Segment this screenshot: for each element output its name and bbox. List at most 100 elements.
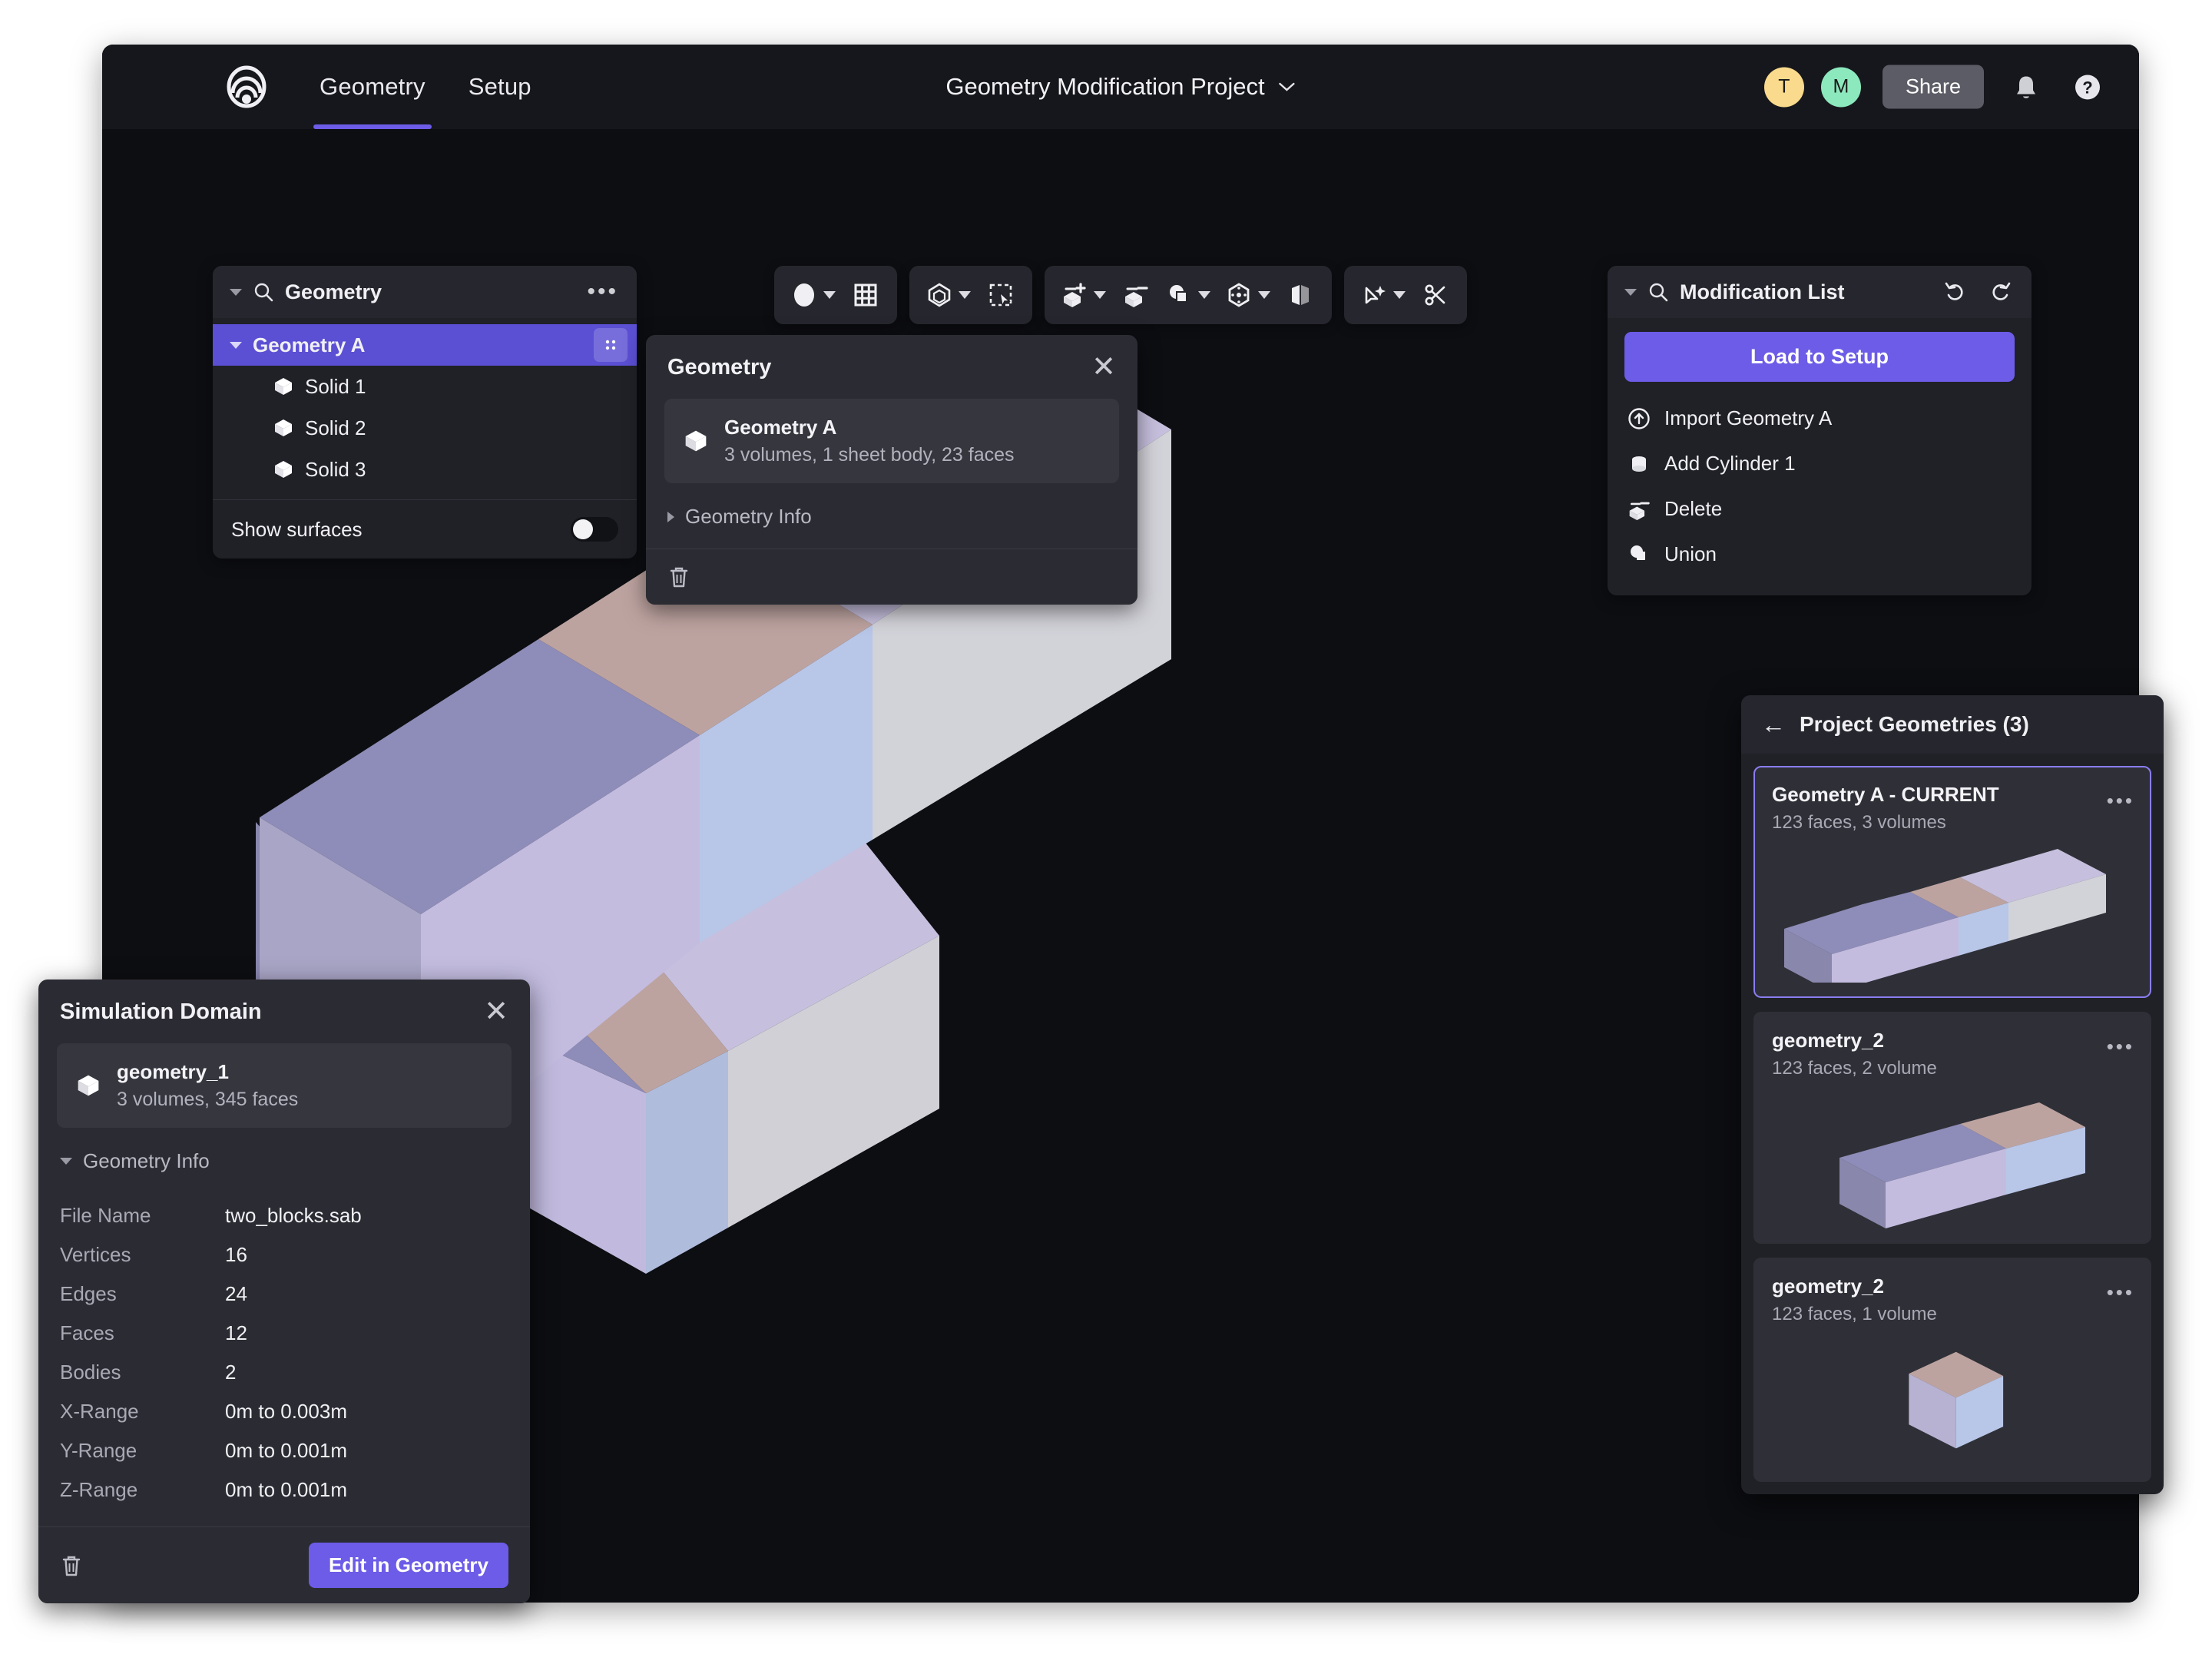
modification-list-body: Load to Setup Import Geometry A Add Cyli…: [1608, 318, 2032, 595]
project-geometry-card[interactable]: ••• Geometry A - CURRENT 123 faces, 3 vo…: [1753, 766, 2151, 998]
search-icon[interactable]: [253, 281, 274, 303]
geometry-toolbar: [774, 266, 1467, 324]
geometry-tree-title: Geometry: [285, 280, 382, 303]
arrow-left-icon[interactable]: ←: [1761, 712, 1786, 737]
chevron-down-icon[interactable]: [959, 291, 971, 299]
chevron-down-icon[interactable]: [1198, 291, 1210, 299]
card-title: geometry_2: [1772, 1275, 1884, 1298]
info-key: Vertices: [60, 1243, 131, 1266]
project-title-dropdown[interactable]: Geometry Modification Project: [945, 73, 1295, 101]
cube-icon: [75, 1072, 101, 1099]
simulation-geometry-info-toggle[interactable]: Geometry Info: [38, 1128, 530, 1193]
caret-down-icon: [60, 1158, 72, 1165]
magic-select-button[interactable]: [1355, 272, 1412, 318]
simulation-domain-card[interactable]: geometry_1 3 volumes, 345 faces: [57, 1043, 512, 1128]
toolbar-group-display: [774, 266, 897, 324]
share-button[interactable]: Share: [1882, 65, 1984, 109]
topbar-actions: T M Share ?: [1763, 65, 2107, 109]
chevron-down-icon[interactable]: [1094, 291, 1106, 299]
close-icon[interactable]: ✕: [484, 997, 508, 1026]
info-key: Edges: [60, 1282, 117, 1305]
ellipsis-icon[interactable]: •••: [2107, 791, 2134, 810]
tree-item-solid-1[interactable]: Solid 1: [213, 366, 637, 407]
card-subtitle: 123 faces, 3 volumes: [1772, 812, 1946, 833]
show-surfaces-toggle[interactable]: [571, 517, 618, 542]
bell-icon[interactable]: [2007, 68, 2045, 106]
card-title: geometry_2: [1772, 1029, 1884, 1052]
drag-grip-icon[interactable]: [594, 328, 628, 362]
geometry-popup-header: Geometry ✕: [646, 335, 1137, 394]
info-value: 24: [225, 1282, 247, 1305]
trash-icon[interactable]: [667, 565, 690, 589]
info-key: Y-Range: [60, 1439, 137, 1462]
chevron-down-icon[interactable]: [823, 291, 836, 299]
project-geometry-card[interactable]: ••• geometry_2 123 faces, 2 volume: [1753, 1012, 2151, 1244]
modification-item-import[interactable]: Import Geometry A: [1624, 396, 2015, 441]
display-mode-button[interactable]: [785, 272, 842, 318]
tab-geometry[interactable]: Geometry: [298, 45, 447, 129]
solid-body-select-button[interactable]: [920, 272, 977, 318]
boolean-intersect-button[interactable]: [1160, 272, 1217, 318]
tree-item-solid-2[interactable]: Solid 2: [213, 407, 637, 449]
page-title: Geometry Modification Project: [945, 73, 1265, 100]
tree-item-solid-3[interactable]: Solid 3: [213, 449, 637, 490]
add-body-button[interactable]: [1055, 272, 1112, 318]
geometry-popup: Geometry ✕ Geometry A 3 volumes, 1 sheet…: [646, 335, 1137, 605]
info-row: Faces 12: [60, 1314, 508, 1353]
caret-down-icon[interactable]: [230, 341, 242, 349]
chevron-down-icon[interactable]: [1393, 291, 1406, 299]
geometry-tree-panel: Geometry ••• Geometry A Solid 1 Solid 2 …: [213, 266, 637, 559]
grid-icon: [854, 283, 877, 307]
simulation-domain-panel: Simulation Domain ✕ geometry_1 3 volumes…: [38, 980, 530, 1603]
ellipsis-icon[interactable]: •••: [2107, 1036, 2134, 1056]
geometry-popup-card[interactable]: Geometry A 3 volumes, 1 sheet body, 23 f…: [664, 399, 1119, 483]
ellipsis-icon[interactable]: •••: [2107, 1282, 2134, 1302]
geometry-thumbnail: [1772, 1090, 2133, 1228]
trash-icon[interactable]: [60, 1553, 83, 1578]
undo-icon[interactable]: [1942, 280, 1967, 304]
info-value: 16: [225, 1243, 247, 1266]
caret-down-icon[interactable]: [230, 288, 242, 296]
help-icon[interactable]: ?: [2068, 68, 2107, 106]
info-row: Z-Range 0m to 0.001m: [60, 1470, 508, 1510]
geometry-name: Geometry A: [724, 416, 837, 439]
tree-item-geometry-a[interactable]: Geometry A: [213, 324, 637, 366]
mirror-body-icon: [1292, 285, 1309, 305]
ellipsis-icon[interactable]: •••: [587, 280, 618, 303]
redo-icon[interactable]: [1988, 280, 2013, 304]
modification-list-title: Modification List: [1680, 280, 1845, 303]
modification-item-add-cylinder[interactable]: Add Cylinder 1: [1624, 441, 2015, 486]
subtract-body-button[interactable]: [1115, 272, 1157, 318]
magic-select-icon: [1365, 286, 1386, 304]
svg-text:?: ?: [2082, 78, 2092, 97]
info-row: Vertices 16: [60, 1235, 508, 1275]
load-to-setup-button[interactable]: Load to Setup: [1624, 332, 2015, 382]
modification-item-union[interactable]: Union: [1624, 532, 2015, 577]
avatar[interactable]: T: [1763, 67, 1804, 107]
cube-icon: [683, 428, 709, 454]
info-key: Faces: [60, 1321, 114, 1344]
chevron-down-icon[interactable]: [1258, 291, 1270, 299]
tab-setup[interactable]: Setup: [447, 45, 553, 129]
box-select-button[interactable]: [980, 272, 1022, 318]
caret-down-icon[interactable]: [1624, 288, 1637, 296]
geometry-popup-footer: [646, 549, 1137, 605]
modification-item-label: Union: [1664, 542, 1717, 565]
close-icon[interactable]: ✕: [1091, 353, 1116, 381]
cube-icon: [273, 417, 294, 439]
search-icon[interactable]: [1647, 281, 1669, 303]
edit-in-geometry-button[interactable]: Edit in Geometry: [308, 1543, 508, 1588]
card-subtitle: 123 faces, 2 volume: [1772, 1058, 1937, 1079]
project-geometry-card[interactable]: ••• geometry_2 123 faces, 1 volume: [1753, 1258, 2151, 1482]
avatar[interactable]: M: [1820, 67, 1861, 107]
grid-button[interactable]: [845, 272, 886, 318]
app-logo[interactable]: [225, 65, 268, 108]
geometry-tree-body: Geometry A Solid 1 Solid 2 Solid 3 Show …: [213, 318, 637, 559]
mirror-body-button[interactable]: [1280, 272, 1321, 318]
transform-body-button[interactable]: [1220, 272, 1277, 318]
geometry-info-toggle[interactable]: Geometry Info: [646, 483, 1137, 549]
toolbar-group-tools: [1344, 266, 1467, 324]
simulation-domain-header: Simulation Domain ✕: [38, 980, 530, 1039]
scissors-button[interactable]: [1415, 272, 1456, 318]
modification-item-delete[interactable]: Delete: [1624, 486, 2015, 532]
